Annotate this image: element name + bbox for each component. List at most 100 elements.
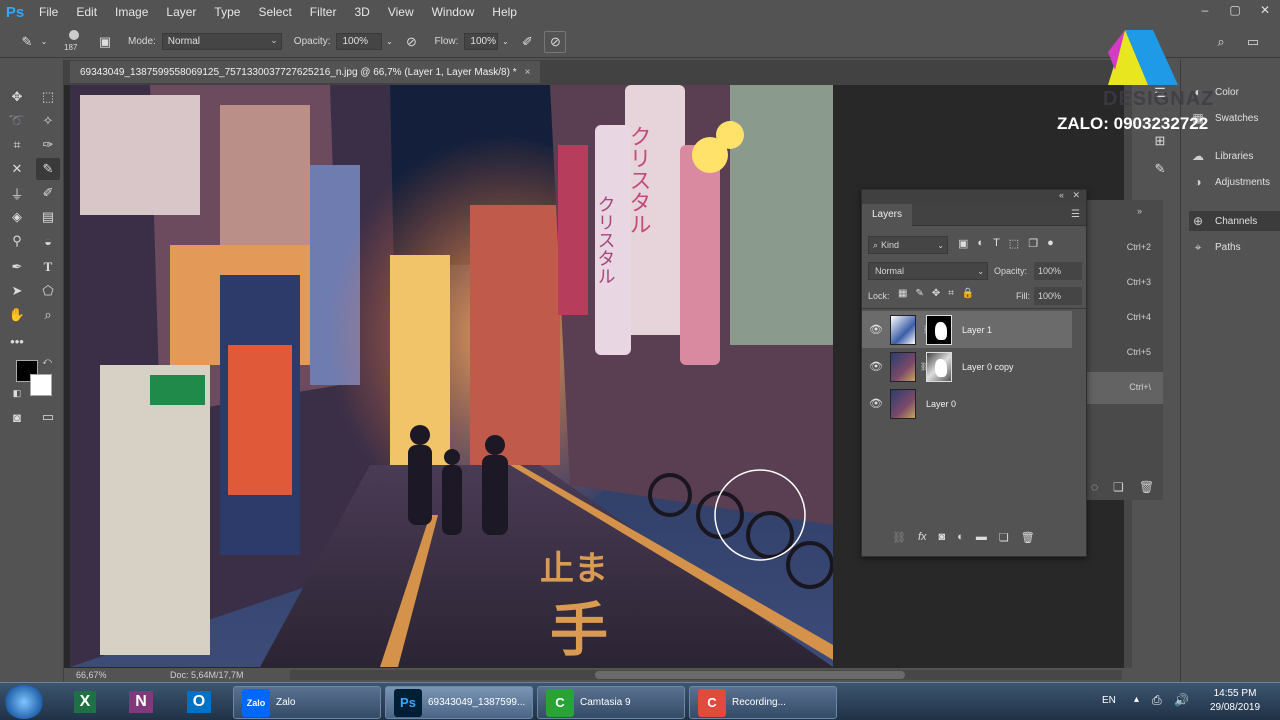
lock-artboard-icon[interactable]: ⌗ [948,288,954,299]
dock-item-channels[interactable]: ⊕ Channels [1189,211,1280,231]
zoom-tool-icon[interactable]: ⌕ [36,304,60,326]
shape-tool-icon[interactable]: ⬠ [36,280,60,302]
path-select-tool-icon[interactable]: ➤ [5,280,29,302]
add-mask-icon[interactable]: ◙ [939,531,946,544]
flow-field[interactable]: 100% [464,33,499,50]
eye-icon[interactable]: 👁 [862,397,890,410]
adjustment-filter-icon[interactable]: ◐ [977,237,984,250]
type-filter-icon[interactable]: T [993,237,1000,250]
menu-view[interactable]: View [379,0,423,24]
eye-icon[interactable]: 👁 [862,323,890,336]
marquee-tool-icon[interactable]: ⬚ [36,86,60,108]
layer-row-layer-0[interactable]: 👁 Layer 0 [862,385,1086,422]
swap-colors-icon[interactable]: ⤺ [40,354,54,368]
document-image[interactable]: 止ま 手 クリスタル クリスタル [70,85,833,667]
document-tab[interactable]: 69343049_1387599558069125_75713300377276… [70,61,541,83]
healing-tool-icon[interactable]: ✕ [5,158,29,180]
blend-mode-select[interactable]: Normal ⌄ [868,262,988,280]
lasso-tool-icon[interactable]: ➰ [5,110,29,132]
close-icon[interactable]: ✕ [1072,190,1080,201]
opacity-field[interactable]: 100% [336,33,383,50]
pressure-size-icon[interactable]: ⊘ [544,30,567,53]
eraser-tool-icon[interactable]: ◈ [5,206,29,228]
lock-all-icon[interactable]: 🔒 [962,288,974,299]
filter-toggle-icon[interactable]: ● [1047,237,1054,250]
dock-item-adjustments[interactable]: ◑ Adjustments [1189,172,1270,192]
brush-tool-icon[interactable]: ✎ [36,158,60,180]
history-brush-tool-icon[interactable]: ✐ [36,182,60,204]
pressure-opacity-icon[interactable]: ⊘ [400,31,422,53]
quick-select-tool-icon[interactable]: ✧ [36,110,60,132]
panel-menu-icon[interactable]: ☰ [1071,209,1080,220]
fx-icon[interactable]: fx [918,531,927,544]
taskbar-zalo[interactable]: Zalo Zalo [233,686,381,719]
eyedropper-tool-icon[interactable]: ✑ [36,134,60,156]
mode-select[interactable]: Normal ⌄ [161,33,282,50]
zoom-level[interactable]: 66,67% [76,670,156,680]
shape-filter-icon[interactable]: ⬚ [1009,237,1019,250]
more-tools-icon[interactable]: ••• [5,330,29,352]
menu-edit[interactable]: Edit [67,0,106,24]
excel-icon[interactable]: X [58,686,112,718]
smart-object-filter-icon[interactable]: ❐ [1028,237,1038,250]
trash-icon[interactable]: 🗑 [1021,531,1035,544]
blur-tool-icon[interactable]: ⚲ [5,230,29,252]
dotted-circle-icon[interactable]: ◌ [1091,480,1098,494]
layers-panel-header[interactable]: « ✕ [862,190,1086,204]
stamp-tool-icon[interactable]: ⏚ [5,182,29,204]
close-button[interactable]: ✕ [1250,0,1280,20]
quick-mask-icon[interactable]: ◙ [5,406,29,428]
taskbar-recording[interactable]: C Recording... [689,686,837,719]
menu-filter[interactable]: Filter [301,0,346,24]
hand-tool-icon[interactable]: ✋ [5,304,29,326]
speaker-icon[interactable]: 🔊 [1174,693,1189,707]
lock-pixels-icon[interactable]: ✎ [915,288,923,299]
close-icon[interactable]: × [525,67,531,78]
dodge-tool-icon[interactable]: ◒ [36,230,60,252]
eye-icon[interactable]: 👁 [862,360,890,373]
menu-layer[interactable]: Layer [157,0,205,24]
layer-mask-thumbnail[interactable] [926,351,952,382]
screen-mode-icon[interactable]: ▭ [36,406,60,428]
workspace-icon[interactable]: ▭ [1242,31,1264,53]
link-icon[interactable]: ⛓ [892,531,906,544]
menu-file[interactable]: File [30,0,67,24]
taskbar-camtasia[interactable]: C Camtasia 9 [537,686,685,719]
background-color-swatch[interactable] [30,374,52,396]
gradient-tool-icon[interactable]: ▤ [36,206,60,228]
menu-3d[interactable]: 3D [345,0,378,24]
language-indicator[interactable]: EN [1102,695,1116,706]
chevron-down-icon[interactable]: ⌄ [498,31,512,53]
layers-tab[interactable]: Layers [862,204,913,226]
taskbar-photoshop[interactable]: Ps 69343049_1387599... [385,686,533,719]
clock[interactable]: 14:55 PM 29/08/2019 [1200,687,1270,715]
brush-settings-icon[interactable]: ✎ [1148,158,1172,180]
filter-kind-select[interactable]: ⌕ Kind ⌄ [868,236,948,254]
fill-field[interactable]: 100% [1034,287,1082,305]
chevron-up-icon[interactable]: ▴ [1134,694,1139,705]
new-layer-icon[interactable]: ❏ [999,531,1009,544]
dock-item-libraries[interactable]: ☁ Libraries [1189,146,1253,166]
minimize-button[interactable]: – [1190,0,1220,20]
menu-select[interactable]: Select [249,0,300,24]
network-icon[interactable]: ⎙ [1152,693,1162,708]
brush-preset-picker[interactable]: 187 [62,29,88,55]
chevron-down-icon[interactable]: ⌄ [382,31,396,53]
lock-transparency-icon[interactable]: ▦ [898,288,907,299]
layer-opacity-field[interactable]: 100% [1034,262,1082,280]
move-tool-icon[interactable]: ✥ [5,86,29,108]
pixel-filter-icon[interactable]: ▣ [958,237,968,250]
restore-button[interactable]: ▢ [1220,0,1250,20]
horizontal-scrollbar-thumb[interactable] [595,671,905,679]
brush-panel-icon[interactable]: ▣ [94,31,116,53]
pen-tool-icon[interactable]: ✒ [5,256,29,278]
new-channel-icon[interactable]: ❏ [1113,480,1124,494]
layer-mask-thumbnail[interactable] [926,314,952,345]
airbrush-icon[interactable]: ✐ [516,31,538,53]
horizontal-scrollbar[interactable] [290,670,1122,680]
brush-tool-icon[interactable]: ✎ [16,31,38,53]
collapse-panel-icon[interactable]: » [1137,206,1142,216]
chevron-down-icon[interactable]: ⌄ [38,31,50,53]
type-tool-icon[interactable]: T [36,256,60,278]
dock-item-paths[interactable]: ⌖ Paths [1189,237,1241,257]
